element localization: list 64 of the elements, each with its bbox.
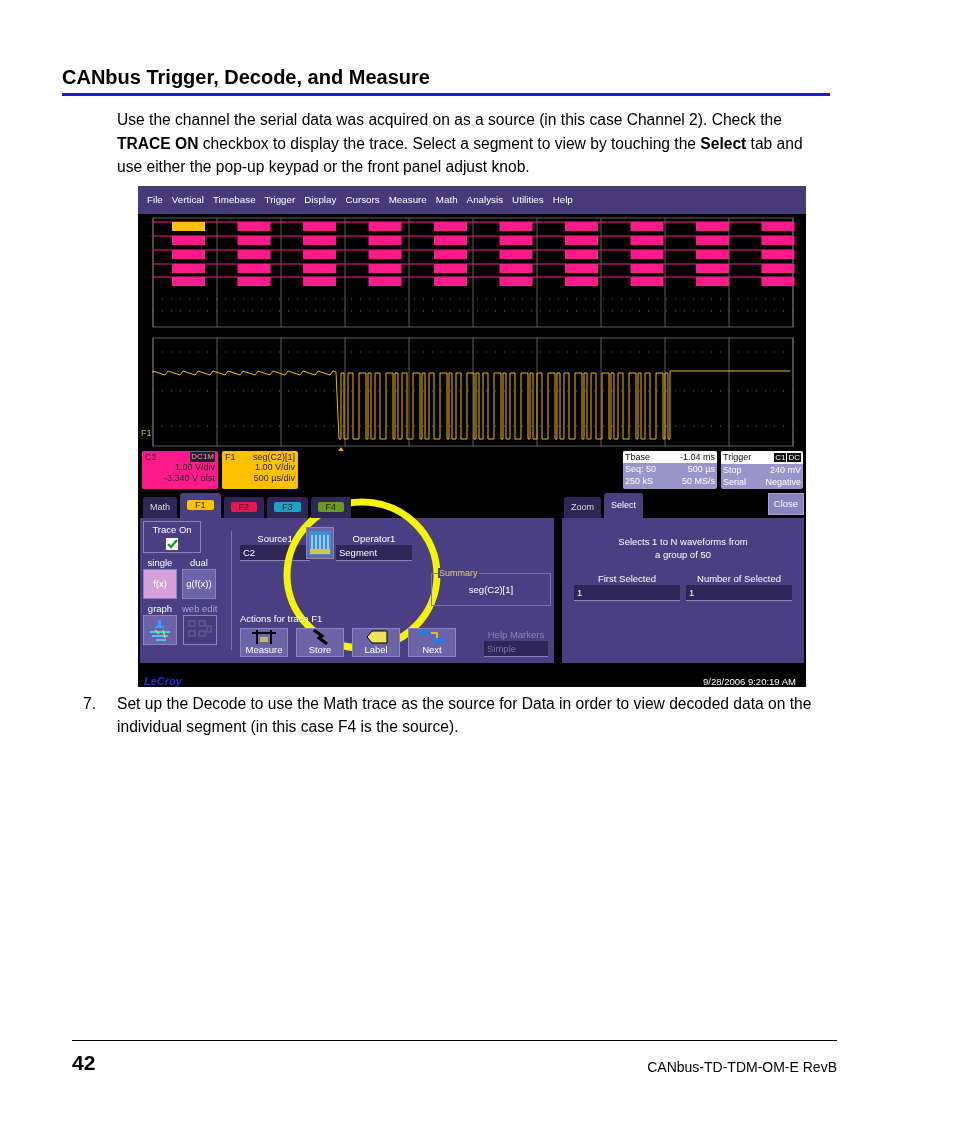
graph-editor-button[interactable] [143, 614, 177, 645]
trace-on-checkbox[interactable] [166, 537, 178, 550]
select-description: Selects 1 to N waveforms from [618, 534, 748, 548]
action-button[interactable]: Store [296, 627, 344, 657]
math-tab[interactable]: F4 [310, 496, 352, 518]
math-tab[interactable]: F2 [223, 496, 265, 518]
trace-color-tag: F1 [187, 500, 214, 510]
instruction-paragraph: Use the channel the serial data was acquired on as a source (in this case Channel 2). Check the TRACE ON checkbox to display the trace. Select a segment to view by touching the Select tab and use either the pop-up keypad or the front panel adjust knob. [117, 110, 804, 177]
step-text: Set up the Decode to use the Math trace as the source for Data in order to view decoded data on the individual segment (in this case F4 is the source). [117, 693, 813, 737]
first-selected-field[interactable]: 1 [574, 584, 680, 601]
operator-field[interactable]: Segment [336, 544, 412, 561]
editor-label: web edit [182, 602, 218, 614]
trace-label: F1 [141, 427, 152, 438]
brand-logo: LeCroy [144, 674, 182, 687]
number-selected-field[interactable]: 1 [686, 584, 792, 601]
menu-item[interactable]: Timebase [211, 194, 262, 205]
menu-item[interactable]: Trigger [263, 194, 302, 205]
trace-on-control[interactable]: Trace On [143, 520, 201, 553]
menu-item[interactable]: Math [434, 194, 464, 205]
summary-label: Summary [438, 567, 479, 578]
mode-label: single [147, 556, 173, 568]
menu-item[interactable]: Utilities [511, 194, 550, 205]
mode-label: dual [190, 556, 208, 568]
editor-label: graph [147, 602, 173, 614]
field-label: First Selected [596, 572, 658, 584]
menu-item[interactable]: Cursors [344, 194, 386, 205]
menu-item[interactable]: Analysis [465, 194, 510, 205]
field-label: Operator1 [351, 532, 397, 544]
page-number: 42 [72, 1051, 96, 1075]
menu-item[interactable]: Help [551, 194, 579, 205]
timebase-descriptor[interactable]: Tbase -1.04 ms Seq: 50 500 µs 250 kS 50 MS/s [623, 450, 717, 489]
zoom-tab[interactable]: Select [604, 492, 644, 518]
field-label: Number of Selected [696, 572, 782, 584]
zoom-tab[interactable]: Zoom [564, 496, 601, 518]
menu-item[interactable]: Vertical [170, 194, 210, 205]
math-tab[interactable]: Math [143, 496, 177, 518]
blocks-icon [417, 628, 447, 645]
trace-color-tag: F4 [317, 502, 345, 512]
trigger-marker-icon [337, 446, 345, 451]
segment-operator-icon[interactable] [306, 526, 334, 559]
function-mode-button[interactable]: g(f(x)) [182, 568, 216, 599]
action-button[interactable]: Next [408, 627, 456, 657]
field-label: Source1 [256, 532, 294, 544]
step-number: 7. [83, 693, 97, 714]
trace-color-tag: F2 [230, 502, 258, 512]
caliper-icon [249, 628, 279, 645]
trace-color-tag: F3 [274, 502, 301, 512]
menu-item[interactable]: File [146, 194, 169, 205]
trace-descriptor[interactable]: F1 seg(C2)[1] 1.00 V/div 500 µs/div [222, 450, 298, 489]
action-button[interactable]: Measure [240, 627, 288, 657]
menu-item[interactable]: Display [303, 194, 343, 205]
section-heading: CANbus Trigger, Decode, and Measure [62, 66, 430, 88]
math-tab[interactable]: F3 [267, 496, 308, 518]
action-button[interactable]: Label [352, 627, 400, 657]
timestamp: 9/28/2006 9:20:19 AM [703, 675, 796, 687]
field-label: Help Markers [486, 628, 546, 640]
select-description: a group of 50 [655, 547, 711, 561]
document-id: CANbus-TD-TDM-OM-E RevB [647, 1059, 837, 1075]
summary-value: seg(C2)[1] [468, 583, 514, 595]
trace-descriptor[interactable]: C2 DC1M 1.00 V/div -3.340 V ofst [142, 450, 218, 489]
math-tab[interactable]: F1 [180, 492, 221, 518]
block-editor-button[interactable] [182, 614, 217, 645]
menu-item[interactable]: Measure [387, 194, 433, 205]
trigger-descriptor[interactable]: Trigger C1 DC Stop 240 mV Serial Negative [721, 450, 803, 489]
